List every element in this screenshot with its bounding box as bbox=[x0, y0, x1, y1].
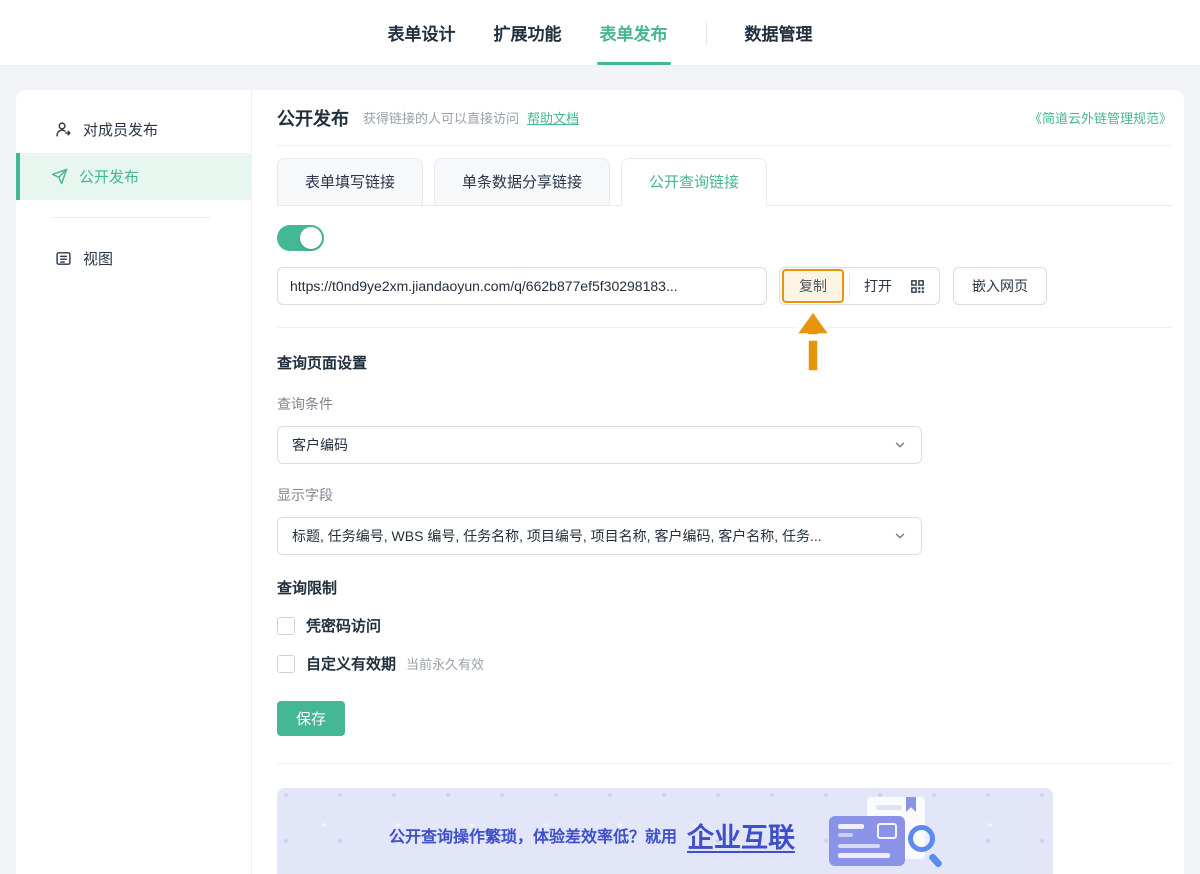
chevron-down-icon bbox=[895, 442, 905, 448]
embed-webpage-button[interactable]: 嵌入网页 bbox=[953, 267, 1047, 305]
custom-validity-checkbox[interactable] bbox=[277, 654, 295, 673]
display-fields-label: 显示字段 bbox=[277, 487, 333, 503]
promo-banner[interactable]: 公开查询操作繁琐，体验差效率低？就用 企业互联 bbox=[277, 788, 1053, 874]
tab-form-design[interactable]: 表单设计 bbox=[388, 0, 456, 65]
section-header: 公开发布 获得链接的人可以直接访问 帮助文档 《简道云外链管理规范》 bbox=[277, 90, 1172, 146]
query-condition-select[interactable]: 客户编码 bbox=[277, 426, 922, 464]
document-search-illustration-icon bbox=[829, 795, 944, 874]
validity-note: 当前永久有效 bbox=[406, 657, 485, 672]
save-button[interactable]: 保存 bbox=[277, 701, 345, 736]
sidebar-item-public-publish[interactable]: 公开发布 bbox=[16, 153, 251, 200]
custom-validity-row: 自定义有效期 当前永久有效 bbox=[277, 653, 1172, 674]
copy-button[interactable]: 复制 bbox=[782, 269, 844, 374]
link-row: 复制 打开 bbox=[277, 267, 1172, 374]
view-icon bbox=[54, 250, 72, 268]
sidebar-item-label: 公开发布 bbox=[79, 169, 140, 186]
public-link-input[interactable] bbox=[277, 267, 767, 305]
content-card: 对成员发布 公开发布 视图 公开发布 获得链接的人可以直接访问 帮助文档 《简道… bbox=[16, 90, 1184, 874]
tab-data-management[interactable]: 数据管理 bbox=[745, 0, 813, 65]
tab-form-publish[interactable]: 表单发布 bbox=[596, 0, 671, 65]
password-access-label: 凭密码访问 bbox=[306, 618, 382, 635]
query-limits-title: 查询限制 bbox=[277, 580, 338, 597]
banner-brand-link[interactable]: 企业互联 bbox=[687, 816, 795, 855]
custom-validity-label: 自定义有效期 bbox=[306, 656, 397, 673]
send-icon bbox=[50, 168, 68, 186]
tab-single-data-share-link[interactable]: 单条数据分享链接 bbox=[434, 158, 611, 206]
sidebar-item-label: 视图 bbox=[83, 251, 114, 268]
sidebar-item-label: 对成员发布 bbox=[83, 122, 159, 139]
page-title: 公开发布 bbox=[277, 108, 349, 129]
divider bbox=[277, 763, 1172, 764]
sidebar-item-views[interactable]: 视图 bbox=[16, 235, 251, 282]
annotation-arrow-icon bbox=[792, 308, 834, 377]
public-link-toggle[interactable] bbox=[277, 225, 324, 251]
banner-text: 公开查询操作繁琐，体验差效率低？就用 bbox=[388, 829, 677, 846]
copy-button-label: 复制 bbox=[799, 278, 827, 294]
tab-extensions[interactable]: 扩展功能 bbox=[494, 0, 562, 65]
tab-public-query-link[interactable]: 公开查询链接 bbox=[621, 158, 768, 206]
external-link-policy[interactable]: 《简道云外链管理规范》 bbox=[1029, 108, 1172, 127]
page-subtitle: 获得链接的人可以直接访问 bbox=[363, 111, 520, 126]
sidebar-divider bbox=[52, 217, 211, 218]
sidebar-item-member-publish[interactable]: 对成员发布 bbox=[16, 106, 251, 153]
display-fields-value: 标题, 任务编号, WBS 编号, 任务名称, 项目编号, 项目名称, 客户编码… bbox=[292, 528, 822, 544]
query-condition-label: 查询条件 bbox=[277, 396, 333, 412]
display-fields-select[interactable]: 标题, 任务编号, WBS 编号, 任务名称, 项目编号, 项目名称, 客户编码… bbox=[277, 517, 922, 555]
password-access-row: 凭密码访问 bbox=[277, 615, 1172, 636]
qr-code-icon[interactable] bbox=[906, 278, 939, 295]
query-condition-value: 客户编码 bbox=[292, 437, 348, 453]
top-navigation: 表单设计 扩展功能 表单发布 数据管理 bbox=[0, 0, 1200, 66]
chevron-down-icon bbox=[895, 533, 905, 539]
open-button[interactable]: 打开 bbox=[850, 276, 906, 296]
sidebar: 对成员发布 公开发布 视图 bbox=[16, 90, 252, 874]
link-type-tabs: 表单填写链接 单条数据分享链接 公开查询链接 bbox=[277, 158, 1172, 206]
user-publish-icon bbox=[54, 121, 72, 139]
help-doc-link[interactable]: 帮助文档 bbox=[527, 108, 579, 127]
query-page-settings-title: 查询页面设置 bbox=[277, 355, 368, 372]
link-action-group: 复制 打开 bbox=[779, 267, 940, 374]
tab-form-fill-link[interactable]: 表单填写链接 bbox=[277, 158, 424, 206]
password-access-checkbox[interactable] bbox=[277, 616, 295, 635]
main-panel: 公开发布 获得链接的人可以直接访问 帮助文档 《简道云外链管理规范》 表单填写链… bbox=[252, 90, 1184, 874]
divider bbox=[277, 327, 1172, 328]
public-query-panel: 复制 打开 bbox=[277, 206, 1172, 874]
nav-divider bbox=[705, 20, 707, 45]
toggle-knob bbox=[300, 227, 322, 249]
